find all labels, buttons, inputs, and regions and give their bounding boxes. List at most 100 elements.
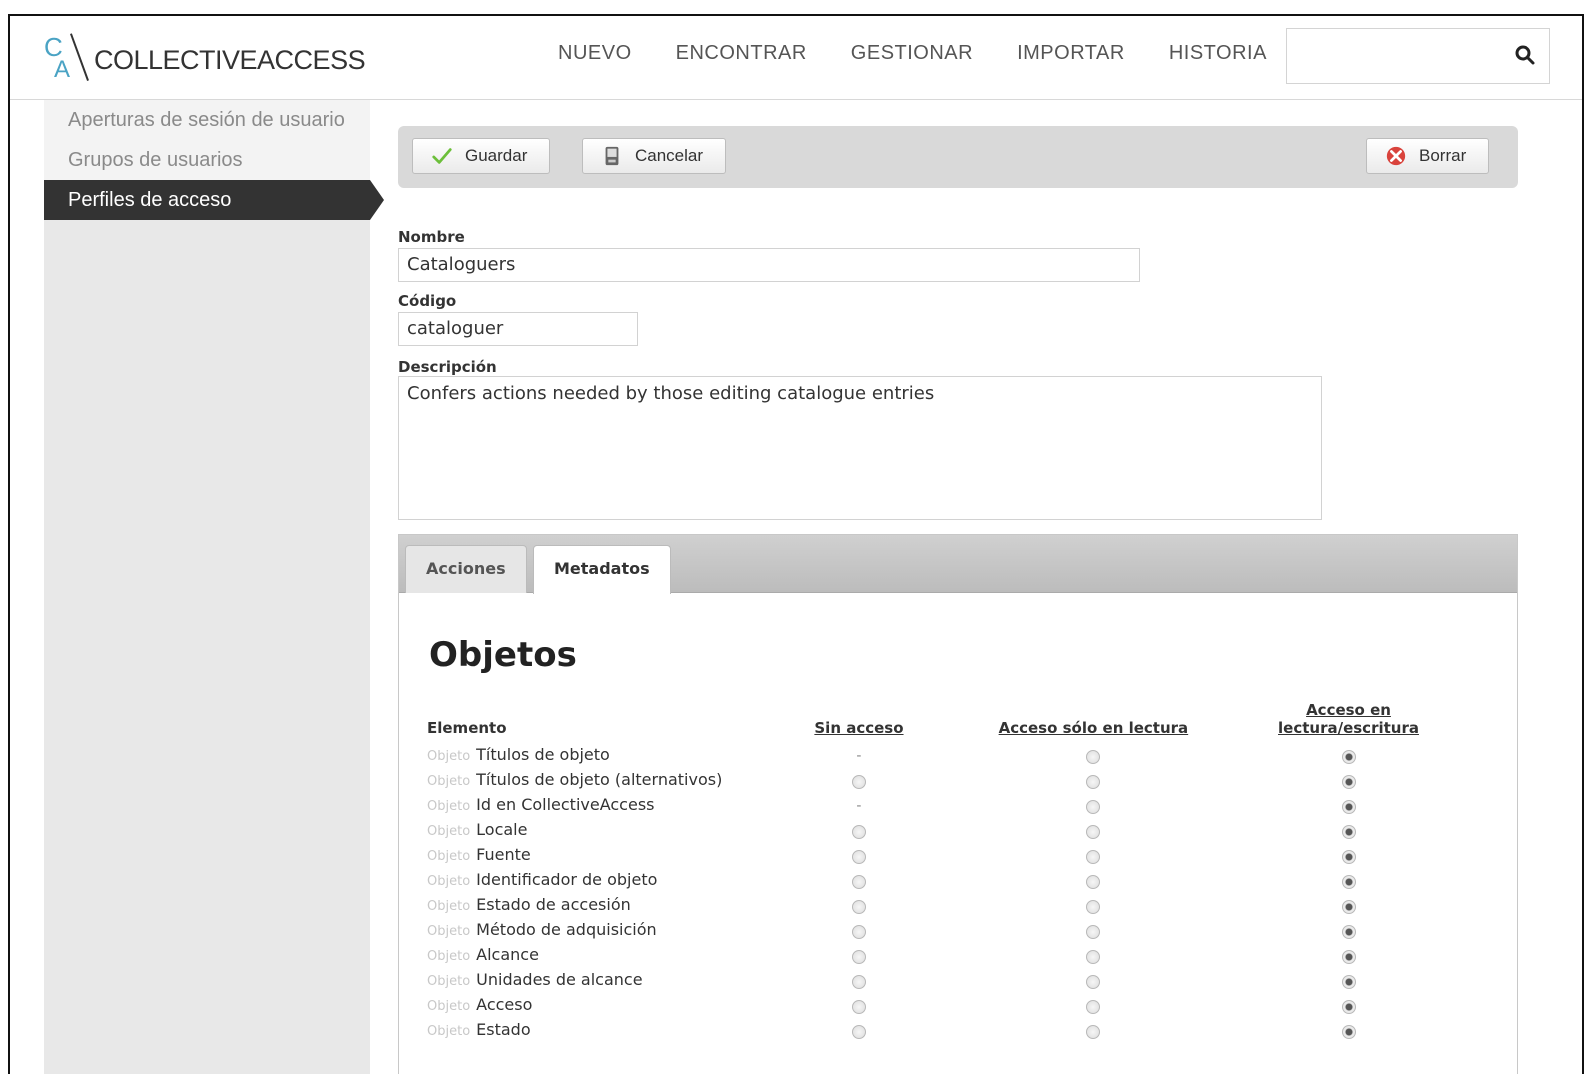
read-access-radio[interactable] — [1086, 874, 1101, 889]
no-access-radio[interactable] — [851, 1024, 866, 1039]
read-access-radio[interactable] — [1086, 849, 1101, 864]
nav-importar[interactable]: IMPORTAR — [1017, 42, 1125, 65]
readwrite-access-cell — [1230, 768, 1467, 793]
no-access-radio[interactable] — [851, 774, 866, 789]
nav-encontrar[interactable]: ENCONTRAR — [676, 42, 807, 65]
read-access-radio[interactable] — [1086, 999, 1101, 1014]
read-access-cell — [957, 918, 1230, 943]
no-access-radio[interactable] — [851, 999, 866, 1014]
delete-icon — [1386, 146, 1406, 166]
element-label: Id en CollectiveAccess — [476, 795, 655, 814]
header-sin-acceso[interactable]: Sin acceso — [761, 701, 957, 743]
no-access-radio[interactable] — [851, 899, 866, 914]
read-access-radio[interactable] — [1086, 949, 1101, 964]
readwrite-access-radio[interactable] — [1341, 899, 1356, 914]
save-button[interactable]: Guardar — [412, 138, 551, 174]
permissions-panel: Acciones Metadatos Objetos Elemento Sin … — [398, 534, 1518, 1074]
readwrite-access-radio[interactable] — [1341, 974, 1356, 989]
no-access-radio[interactable] — [851, 849, 866, 864]
element-prefix: Objeto — [427, 1024, 471, 1039]
header-acceso-lectura[interactable]: Acceso sólo en lectura — [957, 701, 1230, 743]
sidebar: Aperturas de sesión de usuario Grupos de… — [44, 100, 384, 1074]
readwrite-access-cell — [1230, 893, 1467, 918]
read-access-cell — [957, 768, 1230, 793]
no-access-cell — [761, 993, 957, 1018]
sidebar-item-user-logins[interactable]: Aperturas de sesión de usuario — [44, 100, 370, 140]
no-access-cell — [761, 768, 957, 793]
nav-historia[interactable]: HISTORIA — [1169, 42, 1267, 65]
sidebar-item-access-profiles[interactable]: Perfiles de acceso — [44, 180, 384, 220]
nombre-field[interactable]: Cataloguers — [398, 248, 1140, 282]
readwrite-access-radio[interactable] — [1341, 824, 1356, 839]
no-access-cell — [761, 893, 957, 918]
element-label: Estado — [476, 1020, 531, 1039]
cancel-button[interactable]: Cancelar — [582, 138, 727, 174]
descripcion-label: Descripción — [398, 358, 497, 376]
search-input[interactable] — [1287, 29, 1497, 83]
logo[interactable]: C A COLLECTIVEACCESS — [44, 32, 366, 86]
table-row: Objeto Identificador de objeto — [427, 868, 1467, 893]
delete-button[interactable]: Borrar — [1366, 138, 1490, 174]
readwrite-access-radio[interactable] — [1341, 999, 1356, 1014]
element-cell: Objeto Estado de accesión — [427, 893, 761, 918]
no-access-radio[interactable] — [851, 949, 866, 964]
element-prefix: Objeto — [427, 799, 471, 814]
readwrite-access-radio[interactable] — [1341, 774, 1356, 789]
element-cell: Objeto Títulos de objeto (alternativos) — [427, 768, 761, 793]
codigo-field[interactable]: cataloguer — [398, 312, 638, 346]
no-access-radio[interactable] — [851, 924, 866, 939]
header-element: Elemento — [427, 719, 507, 737]
section-title: Objetos — [429, 635, 577, 675]
read-access-radio[interactable] — [1086, 924, 1101, 939]
read-access-cell — [957, 943, 1230, 968]
element-prefix: Objeto — [427, 874, 471, 889]
descripcion-field[interactable]: Confers actions needed by those editing … — [398, 376, 1322, 520]
no-access-radio[interactable] — [851, 974, 866, 989]
read-access-radio[interactable] — [1086, 824, 1101, 839]
readwrite-access-radio[interactable] — [1341, 949, 1356, 964]
readwrite-access-radio[interactable] — [1341, 799, 1356, 814]
readwrite-access-radio[interactable] — [1341, 1024, 1356, 1039]
read-access-cell — [957, 1018, 1230, 1043]
table-row: Objeto Método de adquisición — [427, 918, 1467, 943]
readwrite-access-radio[interactable] — [1341, 924, 1356, 939]
readwrite-access-radio[interactable] — [1341, 749, 1356, 764]
element-prefix: Objeto — [427, 899, 471, 914]
search-icon[interactable] — [1513, 43, 1537, 67]
app-window: C A COLLECTIVEACCESS NUEVO ENCONTRAR GES… — [8, 14, 1584, 1074]
main-nav: NUEVO ENCONTRAR GESTIONAR IMPORTAR HISTO… — [558, 42, 1311, 65]
table-row: Objeto Fuente — [427, 843, 1467, 868]
logo-text: COLLECTIVEACCESS — [94, 44, 366, 75]
sidebar-item-user-groups[interactable]: Grupos de usuarios — [44, 140, 370, 180]
cancel-label: Cancelar — [635, 146, 704, 165]
no-access-cell — [761, 818, 957, 843]
tab-metadatos[interactable]: Metadatos — [533, 545, 671, 594]
tab-acciones[interactable]: Acciones — [405, 545, 527, 593]
no-access-cell — [761, 918, 957, 943]
readwrite-access-cell — [1230, 818, 1467, 843]
header-acceso-lectura-escritura[interactable]: Acceso en lectura/escritura — [1230, 701, 1467, 743]
readwrite-access-radio[interactable] — [1341, 874, 1356, 889]
search-box — [1286, 28, 1550, 84]
element-label: Método de adquisición — [476, 920, 657, 939]
not-applicable-dash: - — [856, 748, 862, 764]
no-access-radio[interactable] — [851, 874, 866, 889]
readwrite-access-cell — [1230, 993, 1467, 1018]
element-prefix: Objeto — [427, 774, 471, 789]
read-access-radio[interactable] — [1086, 799, 1101, 814]
element-cell: Objeto Fuente — [427, 843, 761, 868]
element-cell: Objeto Id en CollectiveAccess — [427, 793, 761, 818]
nav-gestionar[interactable]: GESTIONAR — [851, 42, 973, 65]
read-access-radio[interactable] — [1086, 1024, 1101, 1039]
readwrite-access-radio[interactable] — [1341, 849, 1356, 864]
element-cell: Objeto Identificador de objeto — [427, 868, 761, 893]
read-access-radio[interactable] — [1086, 899, 1101, 914]
nav-nuevo[interactable]: NUEVO — [558, 42, 632, 65]
read-access-cell — [957, 968, 1230, 993]
read-access-radio[interactable] — [1086, 774, 1101, 789]
no-access-cell: - — [761, 793, 957, 818]
read-access-radio[interactable] — [1086, 974, 1101, 989]
no-access-cell — [761, 943, 957, 968]
no-access-radio[interactable] — [851, 824, 866, 839]
read-access-radio[interactable] — [1086, 749, 1101, 764]
